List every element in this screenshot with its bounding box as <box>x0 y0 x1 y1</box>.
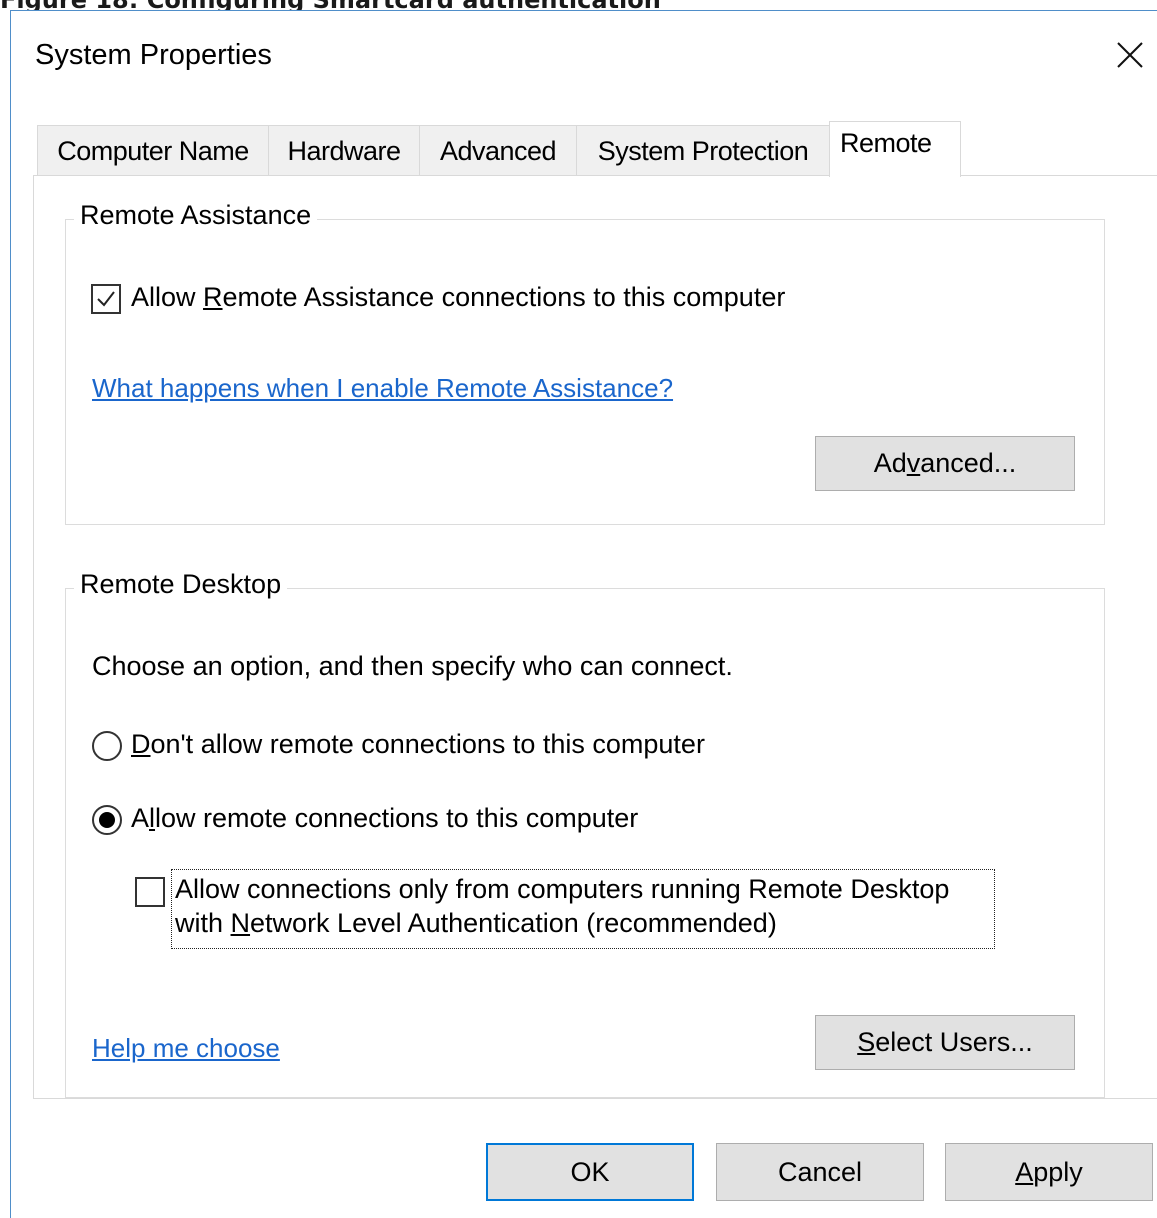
help-me-choose-link[interactable]: Help me choose <box>92 1033 280 1064</box>
system-properties-dialog: System Properties Computer Name Hardware… <box>10 10 1157 1218</box>
nla-checkbox[interactable] <box>135 877 165 907</box>
tab-advanced[interactable]: Advanced <box>419 125 577 177</box>
tab-remote[interactable]: Remote <box>829 121 961 177</box>
ok-button[interactable]: OK <box>486 1143 694 1201</box>
close-icon[interactable] <box>1114 39 1146 71</box>
apply-button[interactable]: Apply <box>945 1143 1153 1201</box>
radio-selected-dot <box>99 812 115 828</box>
allow-remote-label[interactable]: Allow remote connections to this compute… <box>131 803 638 834</box>
advanced-button[interactable]: Ad v anced... <box>815 436 1075 491</box>
window-title: System Properties <box>35 39 272 71</box>
cancel-button[interactable]: Cancel <box>716 1143 924 1201</box>
remote-desktop-group: Remote Desktop Choose an option, and the… <box>65 569 1105 1098</box>
tab-hardware[interactable]: Hardware <box>268 125 420 177</box>
allow-remote-radio[interactable] <box>92 805 122 835</box>
title-bar: System Properties <box>11 11 1157 89</box>
tab-system-protection[interactable]: System Protection <box>576 125 830 177</box>
remote-assistance-legend: Remote Assistance <box>74 200 318 231</box>
check-mark-icon <box>97 291 115 307</box>
remote-assistance-help-link[interactable]: What happens when I enable Remote Assist… <box>92 373 673 404</box>
allow-remote-assistance-checkbox[interactable] <box>91 284 121 314</box>
nla-label[interactable]: Allow connections only from computers ru… <box>175 872 995 940</box>
dont-allow-remote-radio[interactable] <box>92 731 122 761</box>
remote-desktop-instruction: Choose an option, and then specify who c… <box>92 651 733 681</box>
allow-remote-assistance-label[interactable]: Allow Remote Assistance connections to t… <box>131 282 785 313</box>
remote-desktop-legend: Remote Desktop <box>74 569 288 600</box>
select-users-button[interactable]: Select Users... <box>815 1015 1075 1070</box>
tab-computer-name[interactable]: Computer Name <box>37 125 269 177</box>
remote-assistance-group: Remote Assistance Allow Remote Assistanc… <box>65 200 1105 525</box>
tab-panel-remote: Remote Assistance Allow Remote Assistanc… <box>33 175 1157 1099</box>
dont-allow-remote-label[interactable]: Don't allow remote connections to this c… <box>131 729 705 760</box>
